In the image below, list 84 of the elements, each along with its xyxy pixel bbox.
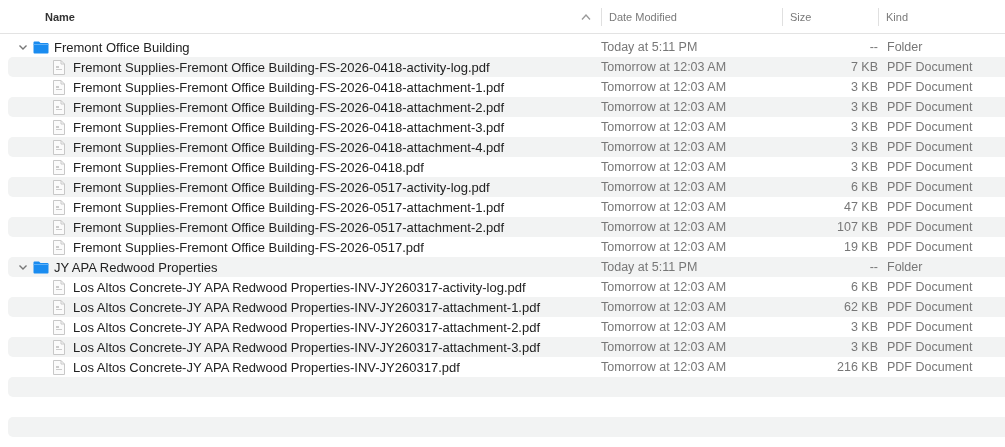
file-name[interactable]: Fremont Supplies-Fremont Office Building-FS-2026-0418.pdf: [73, 159, 424, 175]
file-kind: PDF Document: [887, 300, 973, 314]
document-icon: [53, 79, 65, 95]
file-kind: PDF Document: [887, 60, 973, 74]
file-size: 3 KB: [850, 140, 878, 154]
document-icon: [53, 199, 65, 215]
file-kind: PDF Document: [887, 320, 973, 334]
file-name[interactable]: Fremont Supplies-Fremont Office Building-FS-2026-0418-attachment-3.pdf: [73, 119, 505, 135]
file-size: 62 KB: [843, 300, 878, 314]
file-name[interactable]: Los Altos Concrete-JY APA Redwood Properties-INV-JY260317.pdf: [73, 359, 460, 375]
document-icon: [53, 359, 65, 375]
document-icon: [53, 239, 65, 255]
file-name[interactable]: Los Altos Concrete-JY APA Redwood Properties-INV-JY260317-attachment-3.pdf: [73, 339, 541, 355]
file-name[interactable]: Fremont Supplies-Fremont Office Building-FS-2026-0517-activity-log.pdf: [73, 179, 490, 195]
file-size: 3 KB: [850, 100, 878, 114]
file-kind: PDF Document: [887, 120, 973, 134]
date-modified: Tomorrow at 12:03 AM: [601, 120, 727, 134]
document-icon: [53, 159, 65, 175]
date-modified: Tomorrow at 12:03 AM: [601, 240, 727, 254]
file-size: 7 KB: [850, 60, 878, 74]
date-modified: Tomorrow at 12:03 AM: [601, 60, 727, 74]
file-size: 107 KB: [837, 220, 878, 234]
file-name[interactable]: Fremont Supplies-Fremont Office Building-FS-2026-0517.pdf: [73, 239, 424, 255]
file-name[interactable]: Los Altos Concrete-JY APA Redwood Properties-INV-JY260317-attachment-2.pdf: [73, 319, 541, 335]
file-size: 19 KB: [843, 240, 878, 254]
file-size: 3 KB: [850, 120, 878, 134]
file-kind: PDF Document: [887, 100, 973, 114]
date-modified: Tomorrow at 12:03 AM: [601, 340, 727, 354]
date-modified: Tomorrow at 12:03 AM: [601, 100, 727, 114]
file-name[interactable]: Fremont Supplies-Fremont Office Building-FS-2026-0517-attachment-2.pdf: [73, 219, 505, 235]
date-modified: Tomorrow at 12:03 AM: [601, 180, 727, 194]
document-icon: [53, 279, 65, 295]
file-kind: PDF Document: [887, 280, 973, 294]
file-size: 216 KB: [837, 360, 878, 374]
file-size: --: [869, 260, 878, 274]
disclosure-chevron-icon[interactable]: [18, 42, 28, 52]
date-modified: Today at 5:11 PM: [601, 260, 698, 274]
date-modified: Tomorrow at 12:03 AM: [601, 140, 727, 154]
file-size: 47 KB: [843, 200, 878, 214]
column-header[interactable]: Name: [45, 10, 75, 23]
file-size: 3 KB: [850, 160, 878, 174]
date-modified: Tomorrow at 12:03 AM: [601, 220, 727, 234]
date-modified: Tomorrow at 12:03 AM: [601, 80, 727, 94]
file-name[interactable]: Fremont Office Building: [54, 39, 190, 55]
document-icon: [53, 319, 65, 335]
file-kind: PDF Document: [887, 340, 973, 354]
document-icon: [53, 119, 65, 135]
file-kind: PDF Document: [887, 200, 973, 214]
file-size: 6 KB: [850, 280, 878, 294]
column-header[interactable]: Date Modified: [609, 10, 677, 23]
file-kind: PDF Document: [887, 80, 973, 94]
disclosure-chevron-icon[interactable]: [18, 262, 28, 272]
file-name[interactable]: Los Altos Concrete-JY APA Redwood Properties-INV-JY260317-attachment-1.pdf: [73, 299, 541, 315]
file-kind: PDF Document: [887, 240, 973, 254]
folder-icon: [33, 40, 49, 54]
date-modified: Tomorrow at 12:03 AM: [601, 360, 727, 374]
date-modified: Tomorrow at 12:03 AM: [601, 160, 727, 174]
file-size: 3 KB: [850, 320, 878, 334]
date-modified: Tomorrow at 12:03 AM: [601, 280, 727, 294]
file-name[interactable]: Fremont Supplies-Fremont Office Building-FS-2026-0517-attachment-1.pdf: [73, 199, 505, 215]
file-size: --: [869, 40, 878, 54]
column-header[interactable]: Size: [790, 10, 812, 23]
file-name[interactable]: Los Altos Concrete-JY APA Redwood Properties-INV-JY260317-activity-log.pdf: [73, 279, 526, 295]
date-modified: Tomorrow at 12:03 AM: [601, 320, 727, 334]
file-kind: PDF Document: [887, 360, 973, 374]
file-kind: PDF Document: [887, 220, 973, 234]
date-modified: Today at 5:11 PM: [601, 40, 698, 54]
file-size: 3 KB: [850, 80, 878, 94]
date-modified: Tomorrow at 12:03 AM: [601, 300, 727, 314]
column-header[interactable]: Kind: [886, 10, 909, 23]
file-name[interactable]: Fremont Supplies-Fremont Office Building-FS-2026-0418-attachment-4.pdf: [73, 139, 505, 155]
file-name[interactable]: JY APA Redwood Properties: [54, 259, 218, 275]
file-kind: Folder: [887, 40, 923, 54]
file-kind: PDF Document: [887, 140, 973, 154]
file-kind: PDF Document: [887, 180, 973, 194]
date-modified: Tomorrow at 12:03 AM: [601, 200, 727, 214]
file-name[interactable]: Fremont Supplies-Fremont Office Building-FS-2026-0418-attachment-1.pdf: [73, 79, 505, 95]
folder-icon: [33, 260, 49, 274]
file-kind: PDF Document: [887, 160, 973, 174]
file-name[interactable]: Fremont Supplies-Fremont Office Building-FS-2026-0418-activity-log.pdf: [73, 59, 490, 75]
file-name[interactable]: Fremont Supplies-Fremont Office Building-FS-2026-0418-attachment-2.pdf: [73, 99, 505, 115]
file-size: 6 KB: [850, 180, 878, 194]
file-size: 3 KB: [850, 340, 878, 354]
file-kind: Folder: [887, 260, 923, 274]
